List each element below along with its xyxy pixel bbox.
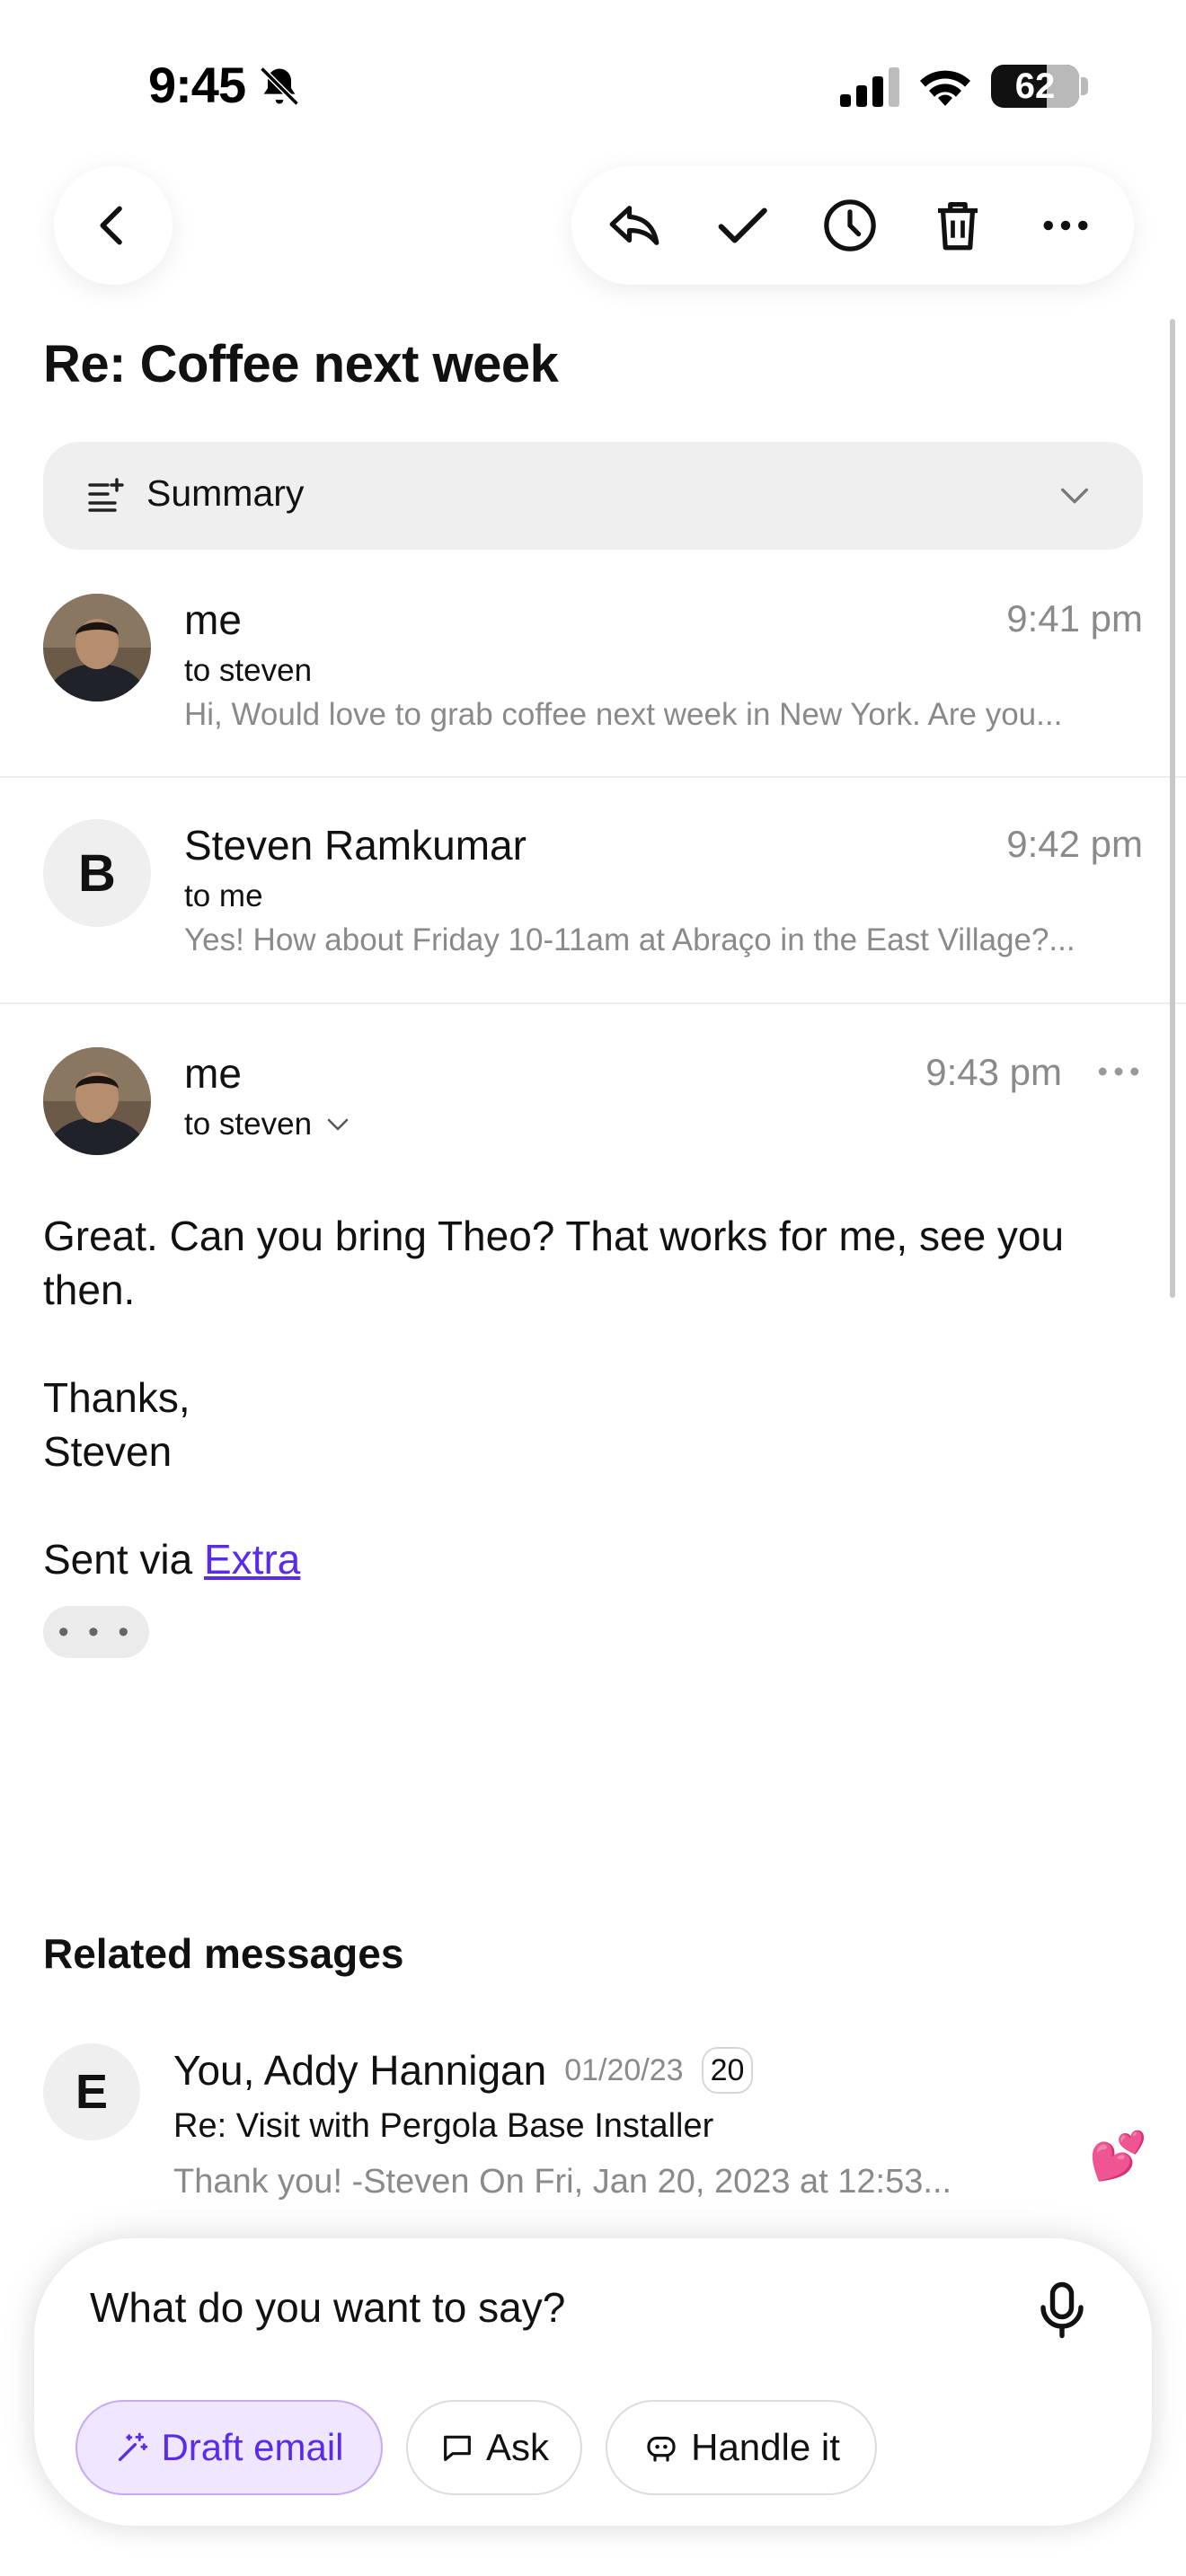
related-message-row[interactable]: E You, Addy Hannigan 01/20/23 20 Re: Vis… <box>0 2030 1186 2210</box>
sent-via-text: Sent via <box>43 1536 204 1583</box>
draft-email-chip[interactable]: Draft email <box>75 2400 383 2495</box>
microphone-icon[interactable] <box>1030 2278 1094 2342</box>
message-recipient: to me <box>184 878 263 913</box>
trash-icon <box>938 202 978 251</box>
message-sender: Steven Ramkumar <box>184 822 527 869</box>
bell-slash-icon <box>260 66 299 106</box>
wifi-icon <box>920 70 970 106</box>
snooze-button[interactable] <box>818 193 882 258</box>
message-signature: Steven <box>43 1428 173 1475</box>
chat-bubble-icon <box>444 2435 471 2461</box>
message-signoff: Thanks, <box>43 1374 190 1421</box>
related-date: 01/20/23 <box>564 2052 684 2087</box>
battery-level: 62 <box>1014 66 1056 106</box>
avatar: E <box>43 2043 140 2140</box>
clock-icon <box>824 199 876 251</box>
avatar: B <box>43 819 151 927</box>
show-quoted-button[interactable]: • • • <box>43 1606 149 1658</box>
message-more-icon[interactable] <box>1094 1054 1143 1090</box>
delete-button[interactable] <box>925 193 990 258</box>
ellipsis-icon <box>1043 220 1088 231</box>
done-button[interactable] <box>710 193 774 258</box>
ask-chip[interactable]: Ask <box>406 2400 582 2495</box>
message-sender: me <box>184 596 242 643</box>
handle-it-chip[interactable]: Handle it <box>606 2400 877 2495</box>
ai-composer: What do you want to say? Draft email Ask… <box>34 2238 1152 2526</box>
summary-toggle[interactable]: Summary <box>43 442 1143 550</box>
sent-via-line: Sent via Extra <box>43 1532 300 1586</box>
battery-indicator: 62 <box>991 65 1079 108</box>
handle-it-label: Handle it <box>691 2426 840 2468</box>
battery-nub <box>1081 77 1088 95</box>
chevron-left-icon <box>100 206 122 245</box>
message-body-line: then. <box>43 1266 136 1313</box>
message-time: 9:43 pm <box>925 1051 1062 1093</box>
message-row[interactable]: B Steven Ramkumar 9:42 pm to me Yes! How… <box>0 814 1186 1002</box>
reply-button[interactable] <box>602 193 667 258</box>
extra-link[interactable]: Extra <box>204 1536 300 1583</box>
related-subject: Re: Visit with Pergola Base Installer <box>173 2107 714 2145</box>
message-time: 9:41 pm <box>1006 597 1143 640</box>
magic-wand-icon <box>119 2432 148 2461</box>
composer-input[interactable]: What do you want to say? <box>90 2283 565 2332</box>
chevron-down-icon <box>327 1118 349 1131</box>
message-recipient: to steven <box>184 1107 313 1142</box>
status-time: 9:45 <box>148 57 246 113</box>
divider <box>0 776 1186 778</box>
back-button[interactable] <box>54 166 173 285</box>
related-participants: You, Addy Hannigan <box>173 2047 547 2094</box>
summary-icon <box>88 478 124 512</box>
divider <box>0 1002 1186 1004</box>
recipient-toggle[interactable]: to steven <box>184 1107 351 1142</box>
draft-email-label: Draft email <box>161 2426 344 2468</box>
more-actions-button[interactable] <box>1033 193 1098 258</box>
message-sender: me <box>184 1050 242 1097</box>
robot-icon <box>647 2436 676 2462</box>
checkmark-icon <box>718 207 767 243</box>
message-body-line: Great. Can you bring Theo? That works fo… <box>43 1213 1065 1259</box>
message-row[interactable]: me 9:41 pm to steven Hi, Would love to g… <box>0 588 1186 777</box>
email-subject: Re: Coffee next week <box>43 335 559 393</box>
cellular-signal-icon <box>840 67 899 107</box>
reaction-emoji: 💕 <box>1089 2130 1147 2183</box>
message-snippet: Hi, Would love to grab coffee next week … <box>184 697 1063 732</box>
ask-label: Ask <box>485 2426 549 2468</box>
avatar <box>43 594 151 701</box>
message-recipient: to steven <box>184 653 313 688</box>
reply-icon <box>609 206 659 245</box>
message-time: 9:42 pm <box>1006 823 1143 865</box>
summary-label: Summary <box>146 472 305 514</box>
related-snippet: Thank you! -Steven On Fri, Jan 20, 2023 … <box>173 2163 952 2201</box>
message-actions-bar <box>571 166 1134 285</box>
chevron-down-icon <box>1061 488 1088 504</box>
related-messages-heading: Related messages <box>43 1930 404 1977</box>
message-snippet: Yes! How about Friday 10-11am at Abraço … <box>184 922 1075 957</box>
avatar <box>43 1047 151 1155</box>
thread-count-badge: 20 <box>701 2047 754 2094</box>
scrollbar[interactable] <box>1170 319 1175 1298</box>
